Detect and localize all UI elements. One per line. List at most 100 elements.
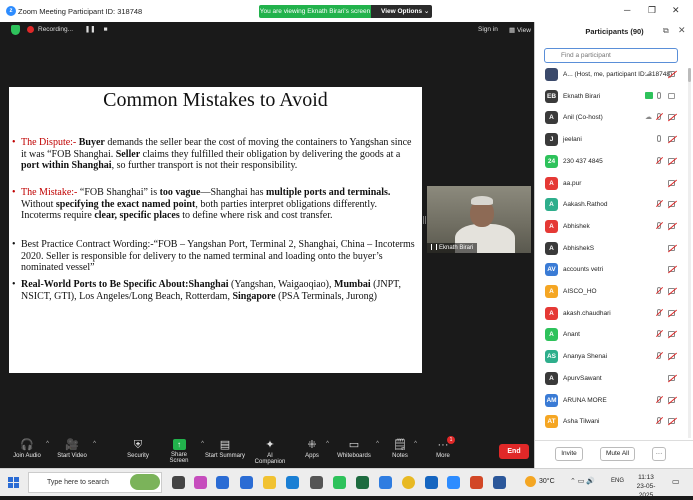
word-web-icon[interactable] [425,476,438,489]
signal-icon [431,244,437,251]
participant-row[interactable]: A AISCO_HO [535,282,690,303]
stop-icon[interactable]: ■ [104,26,108,33]
meeting-top-strip: Recording... ❚❚ ■ Sign in ▦ View [0,22,534,38]
notes-button[interactable]: 🗒 Notes ^ [390,439,417,459]
participant-row[interactable]: A... (Host, me, participant ID: 318748) ☁ [535,65,690,86]
maximize-icon[interactable]: ❐ [648,5,656,16]
clock-time: 11:13 [638,474,654,481]
chevron-up-icon[interactable]: ^ [376,441,379,447]
pause-icon[interactable]: ❚❚ [85,26,96,33]
share-screen-button[interactable]: ↑ Share Screen ^ [161,439,204,464]
ai-companion-button[interactable]: ✦ AI Companion [251,439,289,465]
text-bold: clear, specific places [94,210,180,222]
video-off-icon [668,374,675,381]
resize-handle[interactable] [423,216,426,224]
close-icon[interactable]: ✕ [672,5,680,16]
participant-row[interactable]: Jjeelani [535,130,690,151]
summary-icon: ▤ [219,439,231,451]
start-video-button[interactable]: 🎥 Start Video ^ [55,439,96,459]
participant-row[interactable]: A Abhishek [535,217,690,238]
participant-name: ApurvSawant [563,374,602,382]
participant-row[interactable]: AV accounts vetri [535,260,690,281]
participant-name: ARUNA MORE [563,396,607,404]
more-button[interactable]: ··· 1 More [433,436,455,459]
start-summary-button[interactable]: ▤ Start Summary [205,439,245,459]
tray-icons[interactable]: ⌃ ▭ 🔊 [570,477,595,485]
whiteboard-icon: ▭ [348,439,360,451]
task-view-icon[interactable] [172,476,185,489]
view-options-button[interactable]: View Options ⌄ [371,5,432,18]
view-button[interactable]: ▦ View [509,26,531,34]
avatar: AM [545,393,558,407]
bullet-dot: • [12,137,16,148]
chevron-up-icon[interactable]: ^ [93,441,96,447]
scrollbar-thumb[interactable] [688,68,691,82]
start-summary-label: Start Summary [205,453,246,459]
file-explorer-icon[interactable] [263,476,276,489]
participant-row[interactable]: EB Eknath Birari [535,87,690,108]
participant-search-input[interactable] [544,48,678,63]
excel-alt-icon[interactable] [356,476,369,489]
text-run: claims they fulfilled their obligation b… [140,148,401,160]
slide-bullet-dispute: • The Dispute:- Buyer demands the seller… [12,137,417,172]
participant-row[interactable]: A AbhishekS [535,239,690,260]
apps-button[interactable]: ⁜ Apps ^ [302,439,329,459]
close-icon[interactable]: ✕ [678,25,686,36]
clock-date: 23-05-2025 [636,483,656,499]
app-icon[interactable] [379,476,392,489]
more-options-button[interactable]: ··· [652,447,666,461]
chrome-icon[interactable] [402,476,415,489]
sign-in-link[interactable]: Sign in [478,26,498,33]
edge-icon[interactable] [286,476,299,489]
avatar: A [545,198,558,212]
word-icon[interactable] [493,476,506,489]
recording-indicator[interactable]: Recording... ❚❚ ■ [27,25,108,35]
security-button[interactable]: ⛨ Security [124,439,152,459]
slide-bullet-mistake: • The Mistake:- “FOB Shanghai” is too va… [12,187,417,222]
temperature[interactable]: 30°C [539,478,555,485]
scrollbar-track[interactable] [688,68,691,438]
invite-button[interactable]: Invite [555,447,583,461]
store-icon[interactable] [310,476,323,489]
powerpoint-icon[interactable] [470,476,483,489]
slide-title: Common Mistakes to Avoid [103,89,328,111]
whiteboards-button[interactable]: ▭ Whiteboards ^ [336,439,379,459]
outlook-icon[interactable] [216,476,229,489]
turtle-widget-icon[interactable] [130,474,160,490]
more-label: More [436,453,450,459]
weather-icon[interactable] [525,476,536,487]
copilot-icon[interactable] [194,476,207,489]
participant-name: AbhishekS [563,244,595,252]
participant-row[interactable]: AS Ananya Shenai [535,347,690,368]
end-meeting-button[interactable]: End [499,444,529,459]
join-audio-button[interactable]: 🎧 Join Audio ^ [12,439,49,459]
participant-row[interactable]: 24 230 437 4845 [535,152,690,173]
participant-row[interactable]: A Anil (Co-host) ☁ [535,108,690,129]
participant-row[interactable]: Aakash.chaudhari [535,304,690,325]
mute-all-button[interactable]: Mute All [600,447,635,461]
excel-icon[interactable] [333,476,346,489]
participant-row[interactable]: A ApurvSawant [535,369,690,390]
participant-video-tile[interactable]: Eknath Birari [427,186,531,253]
windows-start-icon[interactable] [8,477,19,488]
notifications-icon[interactable]: ▭ [672,477,680,486]
minimize-icon[interactable]: ─ [624,5,630,15]
shared-slide: Common Mistakes to Avoid • The Dispute:-… [9,87,422,373]
video-off-icon: 🎥 [65,439,79,451]
zoom-icon[interactable] [447,476,460,489]
chevron-up-icon[interactable]: ^ [46,441,49,447]
chevron-up-icon[interactable]: ^ [414,441,417,447]
participant-row[interactable]: A Anant [535,325,690,346]
text-run: (Yangshan, Waigaoqiao), [228,279,334,290]
pop-out-icon[interactable]: ⧉ [663,26,669,36]
participant-row[interactable]: Aaa.pur [535,174,690,195]
input-language[interactable]: ENG [611,478,624,484]
participant-row[interactable]: AT Asha Tilwani [535,412,690,433]
participant-row[interactable]: A Aakash.Rathod [535,195,690,216]
chevron-up-icon[interactable]: ^ [326,441,329,447]
zoom-app-icon[interactable] [240,476,253,489]
participant-row[interactable]: AM ARUNA MORE [535,391,690,412]
participant-name: akash.chaudhari [563,309,611,317]
chevron-up-icon[interactable]: ^ [201,441,204,447]
shield-icon[interactable] [11,25,20,35]
